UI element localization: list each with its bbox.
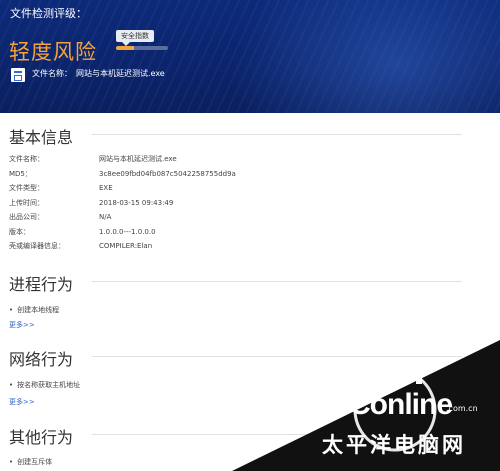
watermark-domain: .com.cn [446, 404, 478, 413]
watermark-logo: PConline [330, 388, 453, 421]
watermark-chinese: 太平洋电脑网 [322, 433, 466, 457]
